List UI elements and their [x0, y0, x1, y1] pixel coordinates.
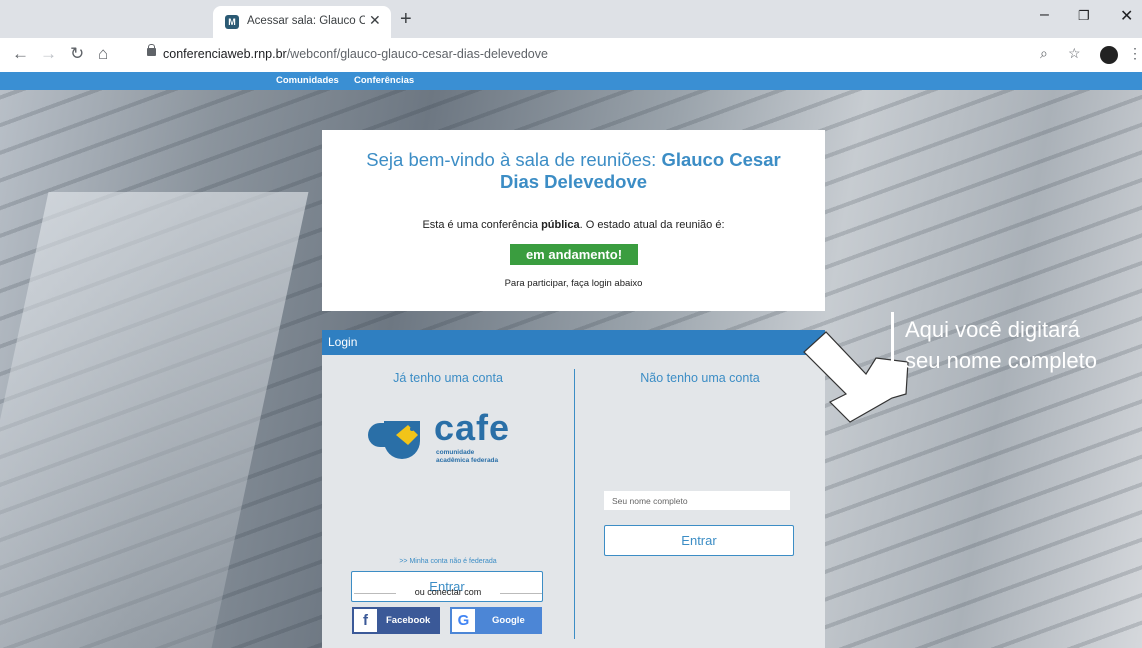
login-hint-text: Para participar, faça login abaixo: [504, 278, 643, 289]
zoom-icon[interactable]: ⌕: [1040, 45, 1048, 62]
annotation-text: Aqui você digitará seu nome completo: [905, 317, 1097, 373]
cafe-logo-word: cafe: [434, 407, 511, 448]
login-header: Login: [322, 330, 825, 355]
menu-kebab-icon[interactable]: ⋮: [1128, 45, 1142, 62]
google-label: Google: [492, 615, 525, 626]
cafe-logo-sub1: comunidade: [436, 449, 475, 456]
no-account-title: Não tenho uma conta: [640, 371, 760, 385]
conference-status-text: Esta é uma conferência pública. O estado…: [422, 219, 725, 231]
nav-item-conferencias[interactable]: Conferências: [354, 75, 414, 86]
new-tab-icon[interactable]: +: [400, 8, 412, 31]
close-tab-icon[interactable]: ✕: [369, 12, 381, 29]
browser-toolbar: ← → ↻ ⌂ conferenciaweb.rnp.br/webconf/gl…: [0, 38, 1142, 73]
guest-enter-button[interactable]: Entrar: [604, 525, 794, 556]
window-close-icon[interactable]: ✕: [1120, 6, 1133, 26]
annotation-bar: [891, 312, 894, 391]
google-login-button[interactable]: G Google: [450, 607, 542, 634]
reload-icon[interactable]: ↻: [70, 44, 84, 64]
welcome-card: Seja bem-vindo à sala de reuniões: Glauc…: [322, 130, 825, 311]
google-icon: G: [452, 609, 475, 632]
have-account-title: Já tenho uma conta: [393, 371, 503, 385]
tab-title: Acessar sala: Glauco Cesar Dias D: [247, 15, 365, 27]
bookmark-star-icon[interactable]: ☆: [1068, 45, 1081, 62]
restore-icon[interactable]: ❐: [1078, 8, 1090, 24]
column-divider: [574, 369, 575, 639]
or-connect-divider: ou conectar com: [352, 587, 544, 597]
facebook-icon: f: [354, 609, 377, 632]
browser-tab[interactable]: M Acessar sala: Glauco Cesar Dias D ✕: [213, 6, 391, 38]
cafe-logo: cafe comunidade acadêmica federada: [366, 407, 516, 466]
facebook-label: Facebook: [386, 615, 431, 626]
site-top-nav: Comunidades Conferências: [0, 72, 1142, 90]
login-panel: Já tenho uma conta cafe comunidade acadê…: [322, 355, 825, 648]
nav-item-comunidades[interactable]: Comunidades: [276, 75, 339, 86]
address-bar[interactable]: conferenciaweb.rnp.br/webconf/glauco-gla…: [135, 42, 1075, 68]
minimize-icon[interactable]: –: [1040, 6, 1049, 24]
facebook-login-button[interactable]: f Facebook: [352, 607, 440, 634]
cafe-logo-sub2: acadêmica federada: [436, 457, 499, 464]
full-name-input[interactable]: [604, 491, 790, 510]
site-favicon-icon: M: [225, 15, 239, 29]
url-text: conferenciaweb.rnp.br/webconf/glauco-gla…: [163, 47, 548, 61]
page-viewport: Comunidades Conferências Seja bem-vindo …: [0, 72, 1142, 648]
forward-icon[interactable]: →: [40, 44, 57, 64]
back-icon[interactable]: ←: [12, 44, 29, 64]
non-federated-link[interactable]: >> Minha conta não é federada: [322, 558, 574, 565]
lock-icon: [147, 44, 156, 56]
home-icon[interactable]: ⌂: [98, 44, 108, 64]
welcome-heading: Seja bem-vindo à sala de reuniões: Glauc…: [366, 149, 781, 192]
browser-tab-strip: M Acessar sala: Glauco Cesar Dias D ✕ + …: [0, 0, 1142, 38]
status-badge: em andamento!: [510, 244, 638, 265]
profile-avatar-icon[interactable]: [1100, 46, 1118, 64]
background-decoration: [0, 192, 309, 648]
